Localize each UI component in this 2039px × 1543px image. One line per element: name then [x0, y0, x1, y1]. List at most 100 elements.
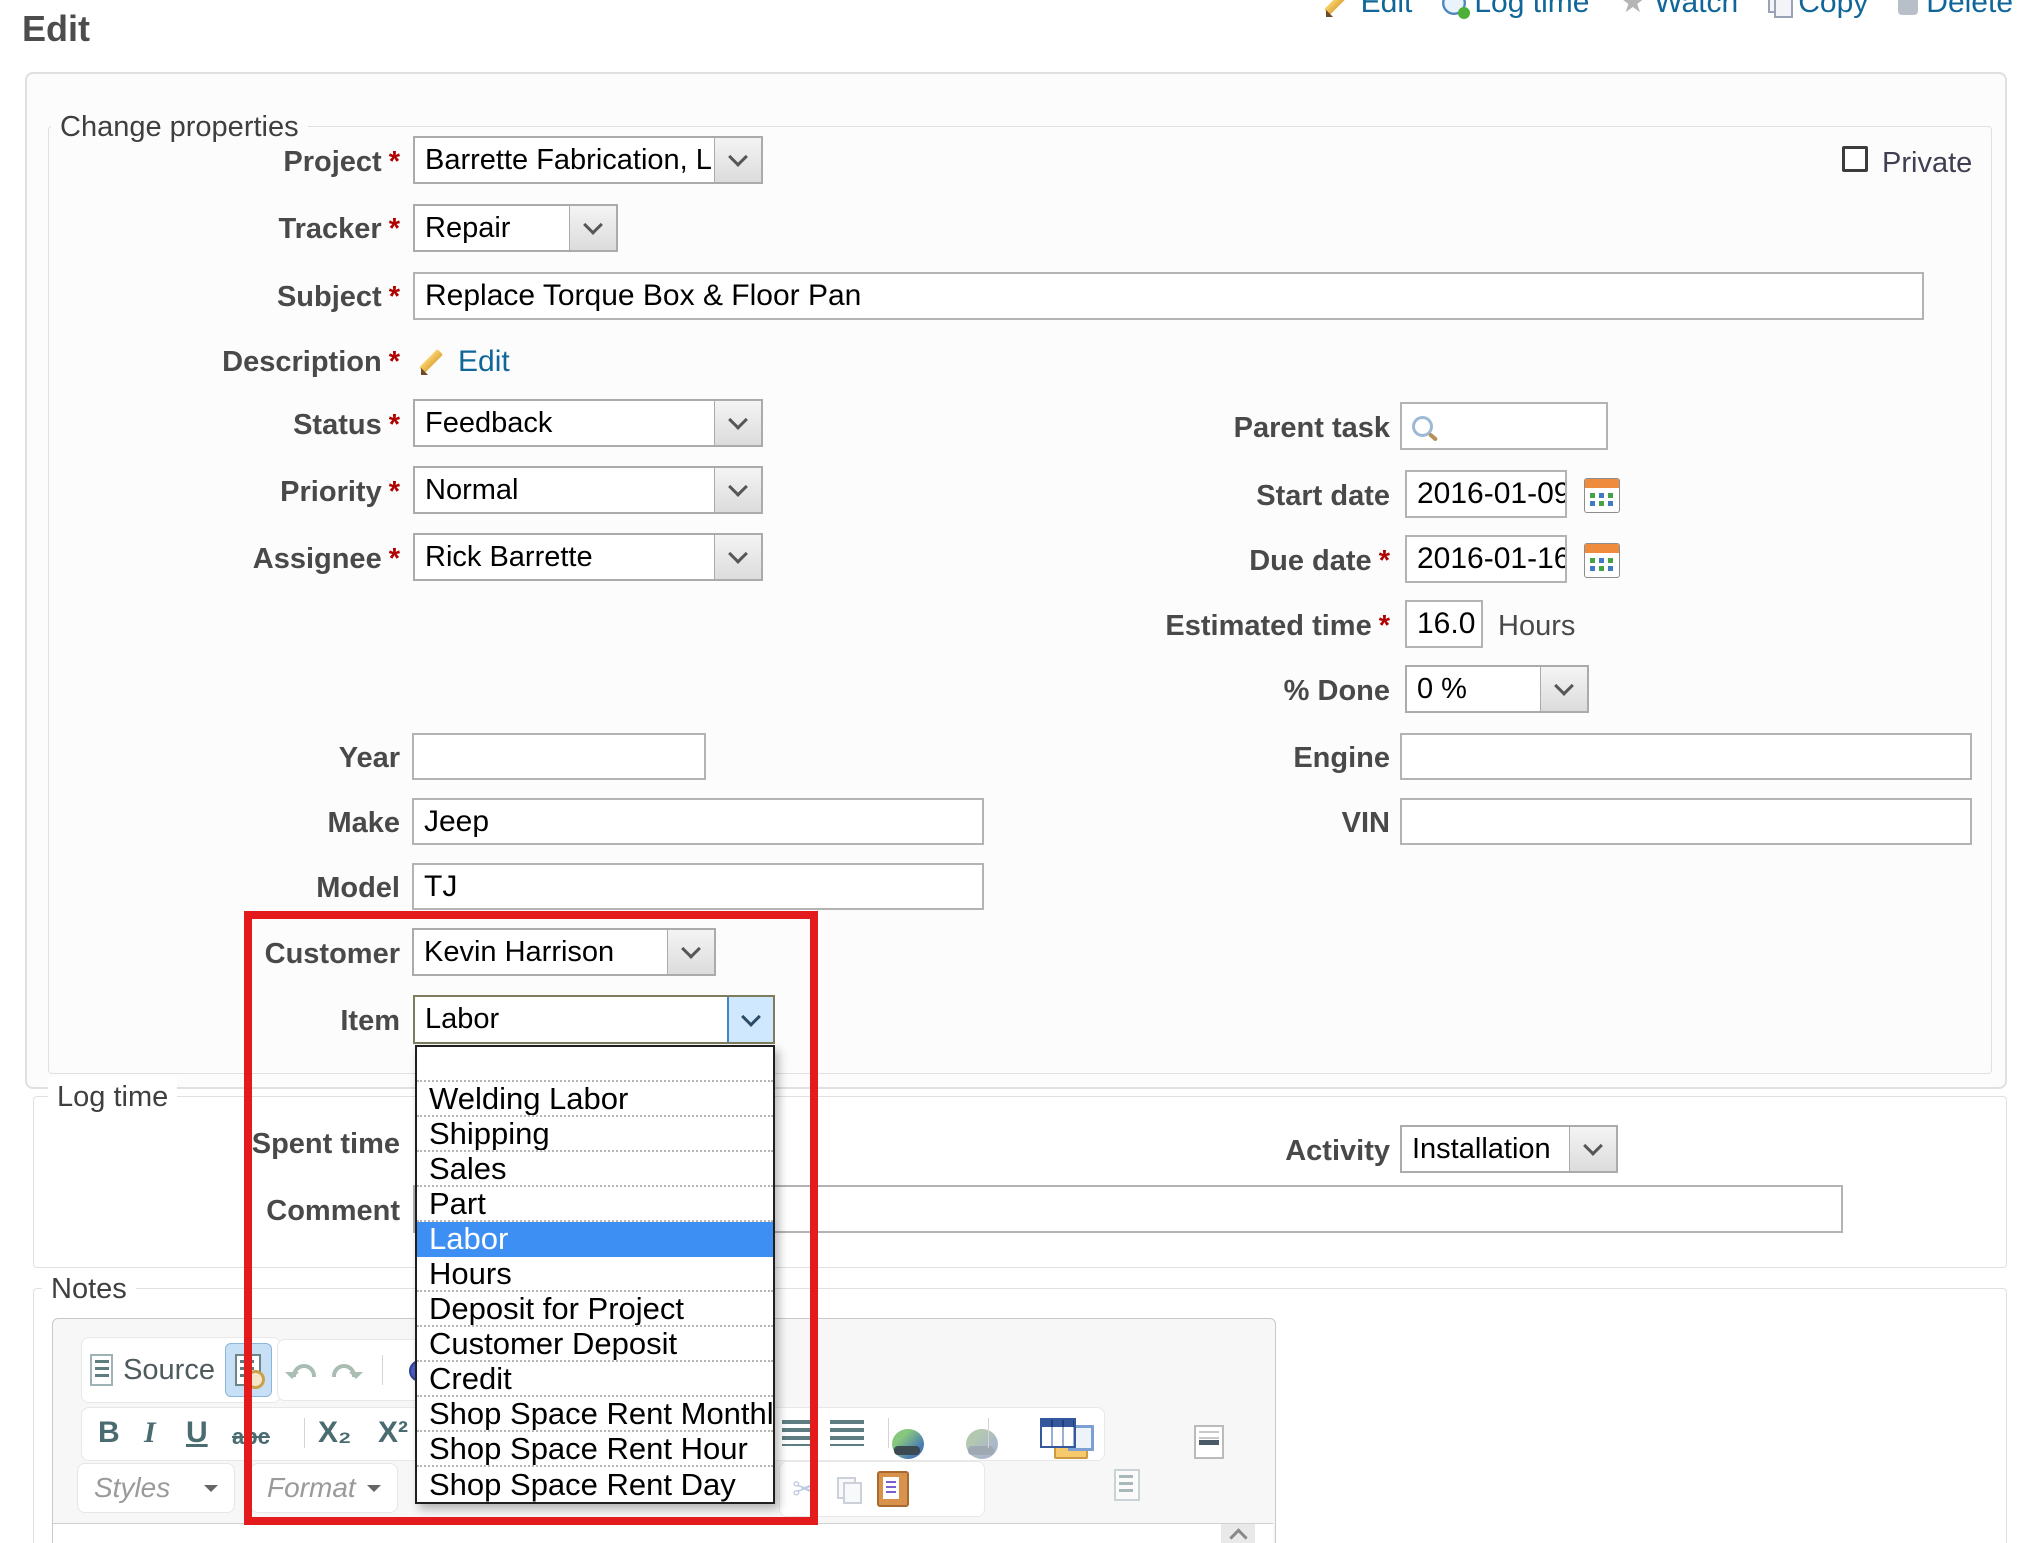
status-select[interactable]: Feedback	[413, 399, 763, 447]
chevron-down-icon	[741, 1007, 761, 1027]
activity-select-arrow[interactable]	[1569, 1127, 1616, 1171]
cut-icon[interactable]: ✂	[792, 1470, 819, 1508]
item-option[interactable]	[417, 1047, 773, 1082]
subscript-button[interactable]: X₂	[318, 1416, 351, 1450]
make-input[interactable]: Jeep	[412, 798, 984, 845]
chevron-down-icon	[204, 1485, 218, 1499]
activity-select[interactable]: Installation	[1400, 1125, 1618, 1173]
unlink-icon[interactable]	[966, 1429, 998, 1459]
table-icon[interactable]	[1040, 1418, 1076, 1448]
horizontal-rule-icon[interactable]	[1194, 1425, 1224, 1459]
justify-block-icon[interactable]	[830, 1420, 864, 1446]
chevron-down-icon	[1554, 676, 1574, 696]
bold-button[interactable]: B	[98, 1416, 120, 1450]
item-option[interactable]: Deposit for Project	[417, 1292, 773, 1327]
spell-check-icon[interactable]	[1114, 1469, 1140, 1501]
chevron-down-icon	[583, 215, 603, 235]
percent-done-label: % Done	[990, 671, 1390, 711]
item-label: Item	[0, 1001, 400, 1041]
tracker-select-arrow[interactable]	[569, 206, 616, 250]
priority-select[interactable]: Normal	[413, 466, 763, 514]
year-input[interactable]	[412, 733, 706, 780]
activity-label: Activity	[990, 1131, 1390, 1171]
subject-input[interactable]: Replace Torque Box & Floor Pan	[413, 272, 1924, 320]
redo-icon[interactable]	[332, 1364, 356, 1377]
edit-action-link[interactable]: Edit	[1323, 0, 1413, 20]
italic-button[interactable]: I	[144, 1416, 156, 1450]
log-time-action-link[interactable]: Log time	[1442, 0, 1589, 20]
vin-input[interactable]	[1400, 798, 1972, 845]
engine-label: Engine	[990, 738, 1390, 778]
description-label: Description*	[0, 342, 400, 382]
paste-icon[interactable]	[877, 1471, 909, 1507]
styles-dropdown[interactable]: Styles	[77, 1463, 235, 1513]
estimated-time-input[interactable]: 16.0	[1405, 600, 1483, 648]
assignee-select-arrow[interactable]	[714, 535, 761, 579]
model-input[interactable]: TJ	[412, 863, 984, 910]
editor-content-area[interactable]	[53, 1523, 1273, 1543]
copy-doc-icon[interactable]	[837, 1477, 859, 1501]
contextual-action-bar: Edit Log time ★ Watch Copy Delete	[1323, 0, 2013, 20]
chevron-down-icon	[367, 1485, 381, 1499]
status-select-arrow[interactable]	[714, 401, 761, 445]
watch-action-link[interactable]: ★ Watch	[1619, 0, 1738, 20]
private-checkbox[interactable]	[1842, 146, 1868, 172]
styles-dropdown-label: Styles	[94, 1472, 170, 1504]
private-label: Private	[1882, 143, 2039, 183]
priority-select-arrow[interactable]	[714, 468, 761, 512]
comment-label: Comment	[0, 1191, 400, 1231]
search-icon	[1412, 416, 1433, 437]
calendar-icon[interactable]	[1584, 543, 1620, 578]
engine-input[interactable]	[1400, 733, 1972, 780]
item-option[interactable]: Customer Deposit	[417, 1327, 773, 1362]
bulleted-list-icon[interactable]	[782, 1420, 816, 1446]
description-edit-link[interactable]: Edit	[458, 345, 510, 379]
toolbar-separator	[304, 1418, 305, 1448]
chevron-down-icon	[728, 544, 748, 564]
item-option[interactable]: Welding Labor	[417, 1082, 773, 1117]
source-icon	[90, 1354, 113, 1386]
superscript-button[interactable]: X²	[378, 1416, 408, 1450]
percent-done-value: 0 %	[1417, 673, 1467, 706]
item-option[interactable]: Shop Space Rent Hour	[417, 1432, 773, 1467]
undo-icon[interactable]	[292, 1364, 316, 1377]
source-button-group: Source	[81, 1337, 281, 1403]
source-button[interactable]: Source	[123, 1354, 215, 1387]
preview-button[interactable]	[225, 1343, 272, 1397]
start-date-input[interactable]: 2016-01-09	[1405, 470, 1567, 518]
due-date-input[interactable]: 2016-01-16	[1405, 535, 1567, 583]
hours-suffix: Hours	[1498, 606, 1698, 646]
copy-icon	[1768, 0, 1790, 15]
link-icon[interactable]	[892, 1429, 924, 1459]
percent-done-select-arrow[interactable]	[1540, 667, 1587, 711]
item-option[interactable]: Credit	[417, 1362, 773, 1397]
project-select[interactable]: Barrette Fabrication, LLC	[413, 136, 763, 184]
assignee-select[interactable]: Rick Barrette	[413, 533, 763, 581]
item-option[interactable]: Sales	[417, 1152, 773, 1187]
delete-action-link[interactable]: Delete	[1898, 0, 2013, 20]
calendar-icon[interactable]	[1584, 478, 1620, 513]
toolbar-collapse-button[interactable]	[1221, 1524, 1255, 1543]
item-option[interactable]: Hours	[417, 1257, 773, 1292]
item-option[interactable]: Shop Space Rent Day	[417, 1467, 773, 1502]
page-title: Edit	[22, 8, 90, 50]
item-value: Labor	[425, 1003, 499, 1036]
format-dropdown[interactable]: Format	[250, 1463, 398, 1513]
tracker-value: Repair	[425, 212, 510, 245]
parent-task-input[interactable]	[1400, 402, 1608, 450]
copy-action-link[interactable]: Copy	[1768, 0, 1868, 20]
item-select-arrow[interactable]	[727, 997, 773, 1042]
item-option[interactable]: Shop Space Rent Monthly	[417, 1397, 773, 1432]
customer-select[interactable]: Kevin Harrison	[412, 928, 716, 976]
percent-done-select[interactable]: 0 %	[1405, 665, 1589, 713]
customer-select-arrow[interactable]	[667, 930, 714, 974]
item-select[interactable]: Labor	[413, 995, 775, 1044]
tracker-select[interactable]: Repair	[413, 204, 618, 252]
item-option[interactable]: Shipping	[417, 1117, 773, 1152]
strikethrough-button[interactable]: abc	[232, 1420, 270, 1454]
model-label: Model	[0, 868, 400, 908]
item-option[interactable]: Part	[417, 1187, 773, 1222]
underline-button[interactable]: U	[186, 1416, 208, 1450]
item-option-selected[interactable]: Labor	[417, 1222, 773, 1257]
project-select-arrow[interactable]	[714, 138, 761, 182]
